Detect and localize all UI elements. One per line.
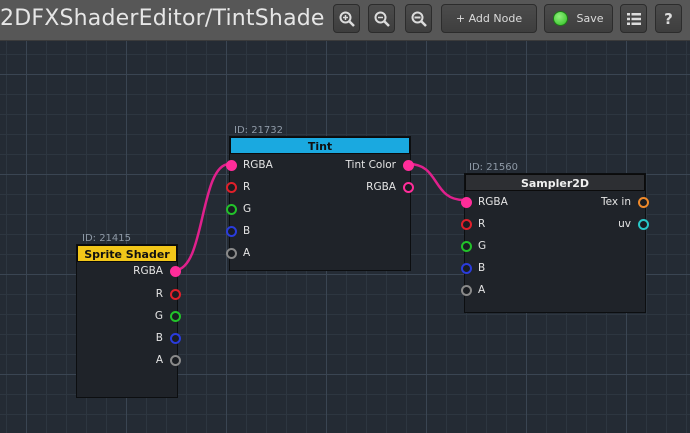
sampler-output-uv-label: uv (618, 218, 631, 230)
tint-node[interactable]: Tint RGBA R G B A Tint Color RGBA (226, 136, 414, 271)
zoom-fit-icon (338, 10, 356, 28)
add-node-button[interactable]: + Add Node (441, 4, 537, 33)
save-status-indicator (553, 11, 569, 26)
sprite-output-b-port[interactable] (170, 333, 181, 344)
tint-input-g-port[interactable] (226, 204, 237, 215)
sprite-output-a-port[interactable] (170, 355, 181, 366)
shader-title: 2DFXShaderEditor/TintShader (0, 6, 326, 31)
toolbar: 2DFXShaderEditor/TintShader + Add Node S… (0, 0, 690, 41)
help-button[interactable]: ? (655, 4, 682, 33)
tint-input-rgba-label: RGBA (243, 159, 273, 171)
sprite-output-g-port[interactable] (170, 311, 181, 322)
sampler-input-a-port[interactable] (461, 285, 472, 296)
zoom-fit-button[interactable] (333, 4, 360, 33)
zoom-in-icon (373, 10, 391, 28)
sprite-output-b-label: B (155, 332, 163, 344)
sampler-input-a-label: A (478, 284, 486, 296)
sprite-output-r-port[interactable] (170, 289, 181, 300)
sampler2d-node[interactable]: Sampler2D RGBA R G B A Tex in uv (461, 173, 649, 313)
tint-input-a-label: A (243, 247, 251, 259)
sampler-input-r-label: R (478, 218, 486, 230)
tint-input-b-port[interactable] (226, 226, 237, 237)
zoom-out-icon (410, 10, 428, 28)
tint-input-rgba-port[interactable] (226, 160, 237, 171)
sampler-output-texin-port[interactable] (638, 197, 649, 208)
sprite-output-rgba-label: RGBA (133, 265, 163, 277)
tint-input-b-label: B (243, 225, 251, 237)
sprite-shader-node[interactable]: Sprite Shader RGBA R G B A (76, 244, 181, 398)
tint-input-r-label: R (243, 181, 251, 193)
sprite-node-header[interactable]: Sprite Shader (77, 245, 177, 262)
tint-output-tint-color-port[interactable] (403, 160, 414, 171)
sampler-input-rgba-port[interactable] (461, 197, 472, 208)
tint-output-tint-color-label: Tint Color (345, 159, 396, 171)
sprite-output-rgba-port[interactable] (170, 266, 181, 277)
sampler-input-b-label: B (478, 262, 486, 274)
list-icon (626, 12, 641, 25)
tint-input-g-label: G (243, 203, 252, 215)
tint-node-header[interactable]: Tint (230, 137, 410, 154)
save-label: Save (576, 12, 604, 25)
save-button[interactable]: Save (544, 4, 613, 33)
sampler-input-rgba-label: RGBA (478, 196, 508, 208)
sampler-input-r-port[interactable] (461, 219, 472, 230)
sampler-node-header[interactable]: Sampler2D (465, 174, 645, 191)
sprite-output-a-label: A (155, 354, 163, 366)
zoom-out-button[interactable] (405, 4, 432, 33)
tint-input-r-port[interactable] (226, 182, 237, 193)
sampler-output-texin-label: Tex in (600, 196, 631, 208)
menu-button[interactable] (620, 4, 647, 33)
sampler-input-g-label: G (478, 240, 487, 252)
tint-input-a-port[interactable] (226, 248, 237, 259)
sampler-output-uv-port[interactable] (638, 219, 649, 230)
sprite-output-g-label: G (154, 310, 163, 322)
tint-output-rgba-label: RGBA (366, 181, 396, 193)
sampler-input-b-port[interactable] (461, 263, 472, 274)
sampler-input-g-port[interactable] (461, 241, 472, 252)
sprite-output-r-label: R (155, 288, 163, 300)
tint-output-rgba-port[interactable] (403, 182, 414, 193)
zoom-in-button[interactable] (368, 4, 395, 33)
